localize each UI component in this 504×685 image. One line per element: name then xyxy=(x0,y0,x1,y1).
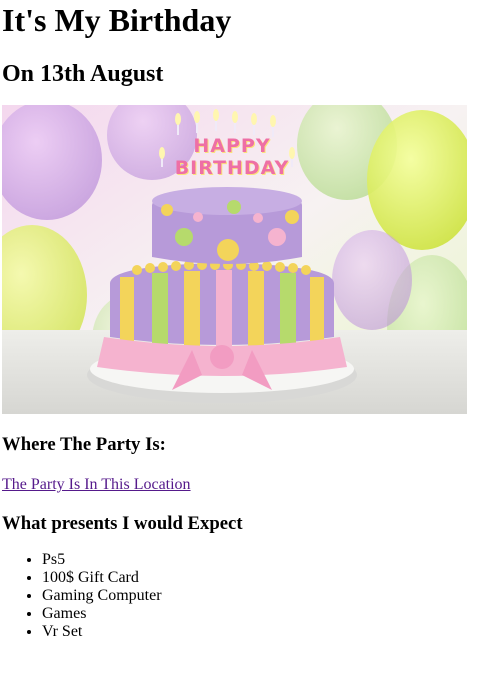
list-item: Ps5 xyxy=(42,551,162,569)
presents-list: Ps5 100$ Gift Card Gaming Computer Games… xyxy=(2,551,162,641)
location-heading: Where The Party Is: xyxy=(2,434,166,455)
presents-heading: What presents I would Expect xyxy=(2,513,243,534)
birthday-cake-image: HAPPY BIRTHDAY xyxy=(2,105,467,414)
page-title: It's My Birthday xyxy=(2,2,232,38)
list-item: Vr Set xyxy=(42,623,162,641)
page: It's My Birthday On 13th August HAPPY BI… xyxy=(0,0,504,685)
list-item: Games xyxy=(42,605,162,623)
cake-topper-text: HAPPY BIRTHDAY xyxy=(174,135,290,179)
list-item: Gaming Computer xyxy=(42,587,162,605)
list-item: 100$ Gift Card xyxy=(42,569,162,587)
party-location-link[interactable]: The Party Is In This Location xyxy=(2,475,191,495)
date-heading: On 13th August xyxy=(2,61,164,87)
